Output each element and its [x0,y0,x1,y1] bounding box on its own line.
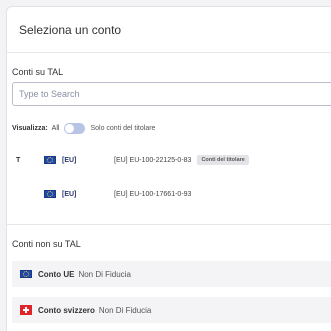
eu-flag-icon [44,156,56,164]
eu-flag-icon [20,270,32,278]
non-tal-item-eu[interactable]: Conto UE Non Di Fiducia [12,261,331,287]
tal-section-title: Conti su TAL [12,67,64,77]
account-number: [EU] EU-100-17661-0-93 [114,190,192,198]
view-filter: Visualizza: All Solo conti del titolare [12,121,155,135]
search-input[interactable] [13,83,331,105]
trust-status: Non Di Fiducia [78,269,131,279]
tal-account-row[interactable]: T [EU] [EU] EU-100-22125-0-83 Conti del … [12,146,331,174]
account-code: [EU] [62,190,77,198]
non-tal-section-title: Conti non su TAL [12,239,81,249]
section-divider [6,224,331,225]
owner-only-toggle[interactable] [64,122,86,134]
owner-accounts-badge: Conti del titolare [197,155,249,165]
search-box[interactable] [12,82,331,106]
dialog-header: Seleziona un conto [7,7,331,53]
filter-owner-label: Solo conti del titolare [90,124,156,132]
account-code: [EU] [62,156,77,164]
swiss-flag-icon [20,305,32,315]
item-name: Conto svizzero [38,305,95,315]
trust-status: Non Di Fiducia [98,305,152,315]
non-tal-item-swiss[interactable]: Conto svizzero Non Di Fiducia [12,297,331,323]
account-number: [EU] EU-100-22125-0-83 [114,156,192,164]
filter-label: Visualizza: [12,124,48,132]
item-name: Conto UE [38,269,75,279]
eu-flag-icon [44,190,56,198]
account-marker: T [16,156,21,164]
toggle-knob [65,123,75,133]
dialog-title: Seleziona un conto [19,22,122,37]
filter-all-label: All [51,124,60,132]
tal-account-row[interactable]: [EU] [EU] EU-100-17661-0-93 [12,180,331,208]
